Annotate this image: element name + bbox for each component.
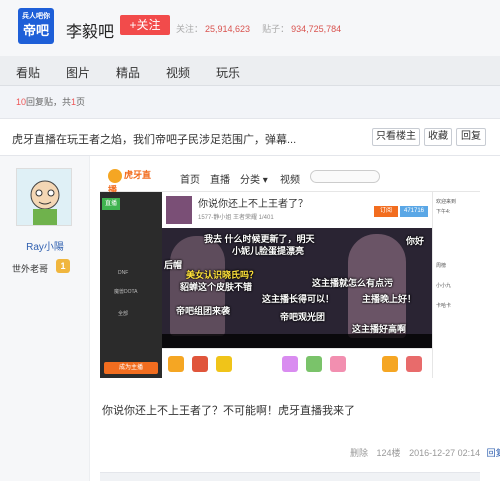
danmu-2: 小妮儿脸蛋提漂亮 bbox=[232, 246, 305, 256]
danmu-8: 主播晚上好！ bbox=[362, 294, 417, 304]
huya-sidebar-badge: 直播 bbox=[102, 198, 120, 210]
danmu-3: 后帽 bbox=[164, 260, 183, 270]
danmu-10: 帝吧观光团 bbox=[280, 312, 326, 322]
level-name: 世外老哥 bbox=[12, 264, 49, 274]
gift-icon bbox=[306, 356, 322, 372]
post-card: Ray小陽 世外老哥 1 虎牙直播 首页 直播 分类 ▾ 视频 直播 DNF 魔… bbox=[0, 156, 500, 481]
forum-header: 兵人吧你 帝吧 李毅吧 +关注 关注： 25,914,623 贴子： 934,725,… bbox=[0, 0, 500, 56]
gift-icon bbox=[382, 356, 398, 372]
forum-logo-line1: 兵人吧你 bbox=[22, 13, 50, 20]
huya-right-panel: 欢迎来到 下午4: 周榜 小小九 卡哈卡 bbox=[432, 192, 480, 378]
nav-item-featured[interactable]: 精品 bbox=[116, 64, 140, 81]
danmu-9: 帝吧组团来袭 bbox=[176, 306, 231, 316]
huya-search-box bbox=[310, 170, 380, 183]
nav-item-fun[interactable]: 玩乐 bbox=[216, 64, 240, 81]
post-time: 2016-12-27 02:14 bbox=[409, 448, 481, 458]
gift-icon bbox=[192, 356, 208, 372]
delete-link[interactable]: 删除 bbox=[350, 448, 368, 458]
nav-item-videos[interactable]: 视频 bbox=[166, 64, 190, 81]
huya-logo-icon bbox=[108, 168, 122, 183]
rp-text-3: 周榜 bbox=[436, 263, 447, 269]
huya-sidebar-menu-3: 全部 bbox=[118, 311, 129, 317]
huya-nav-video: 视频 bbox=[280, 175, 300, 186]
huya-count-badge: 471716 bbox=[400, 206, 428, 217]
forum-nav: 看贴 图片 精品 视频 玩乐 bbox=[0, 56, 500, 86]
avatar[interactable] bbox=[16, 168, 72, 226]
rp-text-4: 小小九 bbox=[436, 283, 452, 289]
huya-room-sub: 1577-静小姐 王者荣耀 1/401 bbox=[198, 215, 274, 221]
favorite-button[interactable]: 收藏 bbox=[424, 128, 452, 146]
gift-icon bbox=[330, 356, 346, 372]
follow-count: 25,914,623 bbox=[205, 24, 251, 34]
follow-button[interactable]: +关注 bbox=[120, 15, 170, 35]
post-image[interactable]: 虎牙直播 首页 直播 分类 ▾ 视频 直播 DNF 魔兽DOTA 全部 成为主播… bbox=[100, 162, 480, 378]
danmu-7: 这主播就怎么有点污 bbox=[312, 278, 394, 288]
huya-sidebar-menu-2: 魔兽DOTA bbox=[114, 289, 138, 295]
gift-icon bbox=[168, 356, 184, 372]
next-post-edge bbox=[100, 472, 480, 481]
rp-text-1: 欢迎来到 bbox=[436, 199, 457, 205]
gift-icon bbox=[282, 356, 298, 372]
huya-room-header: 你说你还上不上王者了？ 1577-静小姐 王者荣耀 1/401 订阅 47171… bbox=[162, 192, 432, 228]
forum-logo[interactable]: 兵人吧你 帝吧 bbox=[18, 8, 54, 44]
huya-gift-bar bbox=[162, 348, 432, 378]
post-reply-link[interactable]: 回复 bbox=[487, 448, 500, 458]
forum-name[interactable]: 李毅吧 bbox=[66, 18, 114, 42]
streamer-avatar bbox=[166, 196, 192, 224]
reply-button[interactable]: 回复 bbox=[456, 128, 486, 146]
rp-text-5: 卡哈卡 bbox=[436, 303, 452, 309]
reply-meta: 10回复贴，共1页 bbox=[16, 95, 85, 108]
huya-subscribe-button: 订阅 bbox=[374, 206, 398, 217]
reply-count-label: 回复贴，共 bbox=[26, 97, 72, 107]
forum-logo-line2: 帝吧 bbox=[22, 23, 49, 38]
danmu-6: 这主播长得可以！ bbox=[262, 294, 335, 304]
avatar-cartoon-icon bbox=[17, 169, 71, 225]
thread-bar: 虎牙直播在玩王者之焰，我们帝吧子民涉足范围广，弹幕... 只看楼主 收藏 回复 bbox=[0, 118, 500, 156]
thread-title: 虎牙直播在玩王者之焰，我们帝吧子民涉足范围广，弹幕... bbox=[12, 134, 297, 146]
level-badge: 1 bbox=[56, 259, 70, 273]
floor-number: 124楼 bbox=[376, 448, 401, 458]
huya-room-title: 你说你还上不上王者了？ bbox=[198, 199, 308, 210]
huya-sidebar: 直播 DNF 魔兽DOTA 全部 成为主播 bbox=[100, 192, 162, 378]
reply-count: 10 bbox=[16, 97, 27, 107]
page-count-label: 页 bbox=[76, 97, 86, 107]
follow-count-label: 关注： bbox=[176, 24, 204, 34]
huya-sidebar-menu-1: DNF bbox=[118, 270, 129, 276]
huya-nav-home: 首页 bbox=[180, 175, 200, 186]
post-count-label: 贴子： bbox=[262, 24, 290, 34]
huya-logo: 虎牙直播 bbox=[108, 168, 158, 195]
danmu-5: 貂蝉这个皮肤不错 bbox=[180, 282, 253, 292]
post-body: 你说你还上不上王者了？不可能啊！虎牙直播我来了 bbox=[102, 405, 355, 417]
post-count: 934,725,784 bbox=[291, 24, 342, 34]
nav-item-posts[interactable]: 看贴 bbox=[16, 64, 40, 81]
huya-become-streamer: 成为主播 bbox=[104, 362, 158, 374]
author-column: Ray小陽 世外老哥 1 bbox=[0, 156, 90, 481]
nav-item-images[interactable]: 图片 bbox=[66, 64, 90, 81]
gift-icon bbox=[216, 356, 232, 372]
rp-text-2: 下午4: bbox=[436, 209, 451, 215]
huya-topbar: 虎牙直播 首页 直播 分类 ▾ 视频 bbox=[100, 162, 480, 195]
huya-nav-category: 分类 ▾ bbox=[240, 175, 268, 186]
huya-video: 我去 什么时候更新了，明天 小妮儿脸蛋提漂亮 后帽 美女认识晓氏吗？ 貂蝉这个皮… bbox=[162, 228, 432, 348]
danmu-12: 你好 bbox=[406, 236, 425, 246]
huya-video-controls bbox=[162, 334, 432, 348]
author-name[interactable]: Ray小陽 bbox=[0, 238, 90, 253]
forum-stats: 关注： 25,914,623 贴子： 934,725,784 bbox=[176, 22, 353, 35]
only-author-button[interactable]: 只看楼主 bbox=[372, 128, 420, 146]
huya-nav-live: 直播 bbox=[210, 175, 230, 186]
post-footer: 删除 124楼 2016-12-27 02:14 回复 bbox=[350, 446, 500, 459]
gift-icon bbox=[406, 356, 422, 372]
